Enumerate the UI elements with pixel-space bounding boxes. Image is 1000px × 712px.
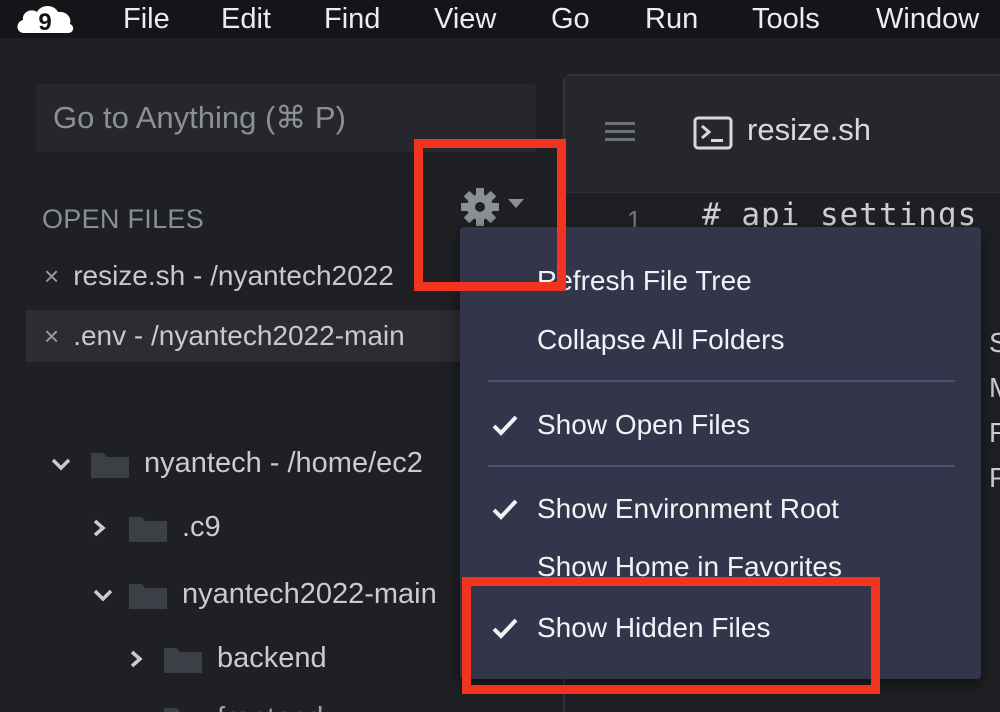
- editor-tab-bar: resize.sh: [565, 76, 1000, 193]
- code-fragment: R: [989, 417, 1000, 448]
- tree-item-c9[interactable]: .c9: [92, 505, 221, 549]
- menu-item-show-environment-root[interactable]: Show Environment Root: [537, 491, 839, 527]
- tree-item-label: nyantech2022-main: [182, 578, 437, 610]
- svg-text:9: 9: [38, 9, 51, 36]
- highlight-box-show-hidden-files: [462, 577, 880, 694]
- menu-file[interactable]: File: [123, 2, 170, 36]
- checkmark-icon: [492, 415, 518, 436]
- folder-icon: [129, 584, 167, 610]
- folder-icon: [91, 453, 129, 479]
- checkmark-icon: [492, 499, 518, 520]
- ide-window: 9 File Edit Find View Go Run Tools Windo…: [0, 0, 1000, 712]
- folder-icon: [129, 517, 167, 543]
- code-fragment: S: [989, 327, 1000, 358]
- tree-item-label: nyantech - /home/ec2: [144, 447, 423, 479]
- menu-window[interactable]: Window: [876, 2, 979, 36]
- folder-icon: [164, 708, 180, 712]
- folder-icon: [164, 648, 202, 674]
- menu-edit[interactable]: Edit: [221, 2, 271, 36]
- menu-go[interactable]: Go: [551, 2, 590, 36]
- open-file-label: .env - /nyantech2022-main: [73, 320, 405, 351]
- open-file-label: resize.sh - /nyantech2022: [73, 260, 394, 291]
- close-icon[interactable]: ×: [44, 321, 59, 351]
- open-files-heading: OPEN FILES: [42, 204, 205, 234]
- menu-item-collapse-all-folders[interactable]: Collapse All Folders: [537, 322, 784, 358]
- cloud9-logo-icon[interactable]: 9: [14, 3, 76, 37]
- chevron-down-icon[interactable]: [50, 457, 72, 471]
- tree-item-label: backend: [217, 642, 327, 674]
- tree-item-label: frontend: [217, 702, 323, 712]
- menu-separator: [488, 465, 955, 467]
- chevron-right-icon[interactable]: [92, 518, 106, 538]
- close-icon[interactable]: ×: [44, 261, 59, 291]
- terminal-icon: [693, 116, 733, 150]
- chevron-right-icon[interactable]: [129, 649, 143, 669]
- menu-bar: 9 File Edit Find View Go Run Tools Windo…: [0, 0, 1000, 38]
- tree-item-backend[interactable]: backend: [129, 636, 327, 680]
- code-fragment: P: [989, 462, 1000, 493]
- menu-item-refresh-file-tree[interactable]: Refresh File Tree: [537, 263, 752, 299]
- tree-item-frontend[interactable]: frontend: [163, 696, 323, 712]
- menu-run[interactable]: Run: [645, 2, 698, 36]
- hamburger-menu-icon[interactable]: [605, 120, 635, 144]
- tree-item-label: .c9: [182, 511, 221, 543]
- menu-item-show-open-files[interactable]: Show Open Files: [537, 407, 750, 443]
- editor-tab-title[interactable]: resize.sh: [747, 112, 871, 148]
- chevron-down-icon[interactable]: [92, 588, 114, 602]
- menu-tools[interactable]: Tools: [752, 2, 820, 36]
- menu-separator: [488, 380, 955, 382]
- code-fragment: M: [989, 372, 1000, 404]
- highlight-box-gear: [414, 139, 566, 291]
- tree-item-nyantech2022-main[interactable]: nyantech2022-main: [92, 572, 437, 616]
- menu-view[interactable]: View: [434, 2, 496, 36]
- menu-find[interactable]: Find: [324, 2, 380, 36]
- tree-item-nyantech[interactable]: nyantech - /home/ec2: [50, 441, 423, 485]
